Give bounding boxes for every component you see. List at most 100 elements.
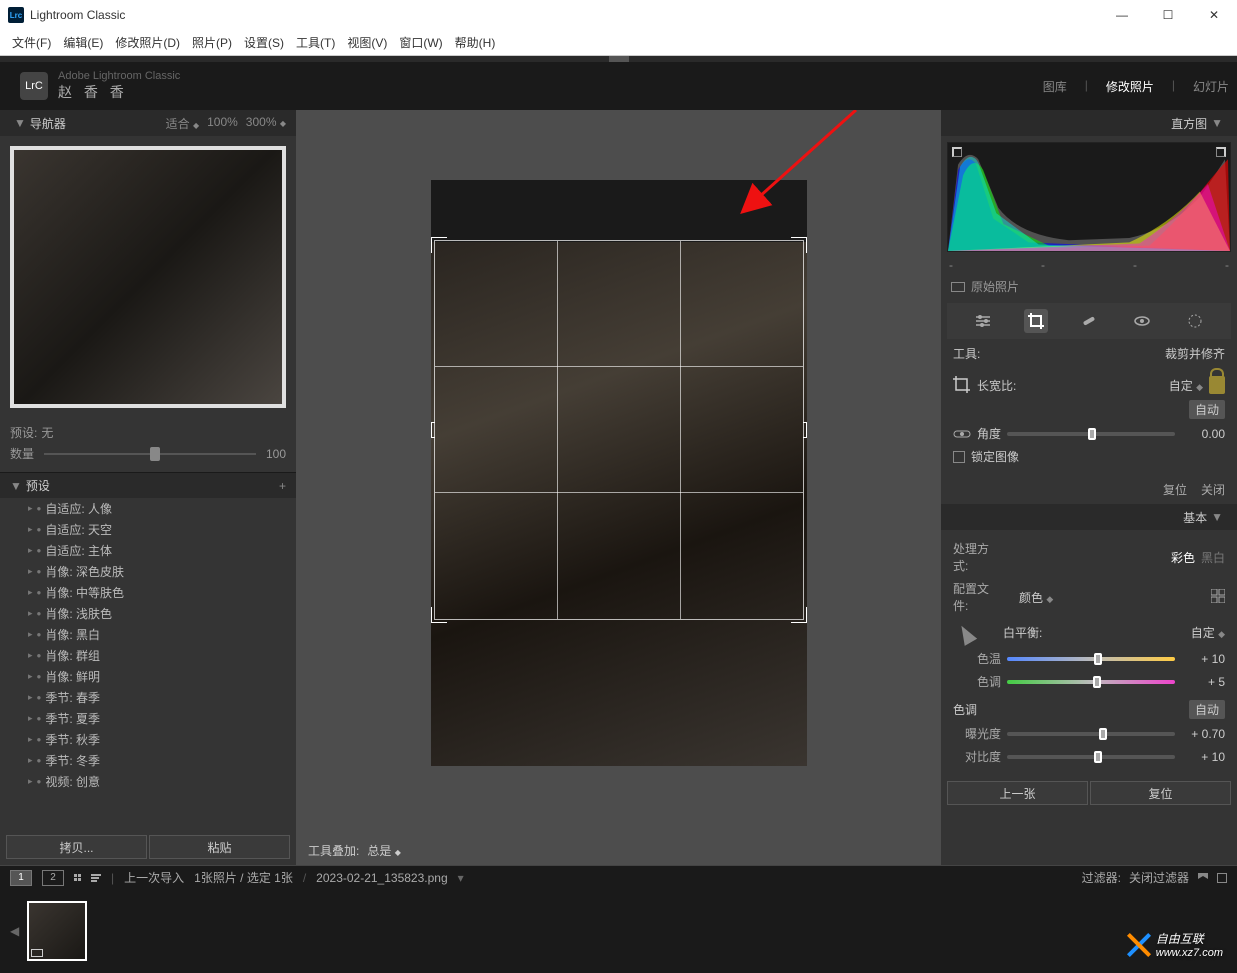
preset-item[interactable]: ▸●肖像: 鲜明 bbox=[0, 666, 296, 687]
contrast-slider[interactable] bbox=[1007, 755, 1175, 759]
profile-value[interactable]: 颜色 ◆ bbox=[1019, 589, 1053, 606]
prev-photo-button[interactable]: 上一张 bbox=[947, 781, 1088, 805]
menu-develop[interactable]: 修改照片(D) bbox=[111, 32, 184, 53]
preset-item[interactable]: ▸●肖像: 黑白 bbox=[0, 624, 296, 645]
navigator-preview[interactable] bbox=[0, 136, 296, 418]
preset-item[interactable]: ▸●自适应: 主体 bbox=[0, 540, 296, 561]
filmstrip-prev-icon[interactable]: ◀ bbox=[10, 924, 19, 938]
level-icon[interactable] bbox=[953, 427, 971, 441]
preset-item[interactable]: ▸●肖像: 中等肤色 bbox=[0, 582, 296, 603]
preset-item[interactable]: ▸●视频: 创意 bbox=[0, 771, 296, 792]
temp-slider[interactable] bbox=[1007, 657, 1175, 661]
menu-edit[interactable]: 编辑(E) bbox=[59, 32, 107, 53]
mask-tool-icon[interactable] bbox=[1183, 309, 1207, 333]
crop-handle-bl[interactable] bbox=[431, 607, 447, 623]
copy-button[interactable]: 拷贝... bbox=[6, 835, 147, 859]
aspect-value[interactable]: 自定 ◆ bbox=[1169, 377, 1203, 394]
preset-item[interactable]: ▸●季节: 冬季 bbox=[0, 750, 296, 771]
view-single-button[interactable]: 1 bbox=[10, 870, 32, 886]
preset-item[interactable]: ▸●肖像: 浅肤色 bbox=[0, 603, 296, 624]
maximize-button[interactable]: ☐ bbox=[1145, 0, 1191, 30]
menu-file[interactable]: 文件(F) bbox=[8, 32, 55, 53]
menu-view[interactable]: 视图(V) bbox=[343, 32, 391, 53]
reset-crop-button[interactable]: 复位 bbox=[1163, 481, 1187, 498]
angle-label: 角度 bbox=[977, 425, 1001, 442]
tool-overlay-value[interactable]: 总是 ◆ bbox=[367, 842, 401, 859]
tint-slider[interactable] bbox=[1007, 680, 1175, 684]
navigator-header[interactable]: ▼ 导航器 适合 ◆ 100% 300% ◆ bbox=[0, 110, 296, 136]
contrast-value[interactable]: + 10 bbox=[1181, 750, 1225, 764]
crop-tool-icon[interactable] bbox=[1024, 309, 1048, 333]
preset-item[interactable]: ▸●自适应: 人像 bbox=[0, 498, 296, 519]
treatment-color[interactable]: 彩色 bbox=[1171, 549, 1195, 566]
angle-slider[interactable] bbox=[1007, 432, 1175, 436]
exposure-value[interactable]: + 0.70 bbox=[1181, 727, 1225, 741]
reset-all-button[interactable]: 复位 bbox=[1090, 781, 1231, 805]
original-photo-toggle[interactable]: 原始照片 bbox=[941, 272, 1237, 301]
close-crop-button[interactable]: 关闭 bbox=[1201, 481, 1225, 498]
presets-header[interactable]: ▼ 预设 + bbox=[0, 472, 296, 498]
heal-tool-icon[interactable] bbox=[1077, 309, 1101, 333]
crop-handle-tr[interactable] bbox=[791, 237, 807, 253]
filter-flag-icon[interactable] bbox=[1197, 872, 1209, 884]
photo-canvas[interactable] bbox=[431, 180, 807, 766]
view-compare-button[interactable]: 2 bbox=[42, 870, 64, 886]
lock-icon[interactable] bbox=[1209, 376, 1225, 394]
filter-label-icon[interactable] bbox=[1217, 873, 1227, 883]
wb-eyedropper-icon[interactable] bbox=[949, 616, 982, 649]
profile-grid-icon[interactable] bbox=[1211, 589, 1225, 606]
preset-item[interactable]: ▸●肖像: 群组 bbox=[0, 645, 296, 666]
menu-window[interactable]: 窗口(W) bbox=[395, 32, 446, 53]
crop-handle-ml[interactable] bbox=[431, 422, 435, 438]
wb-value[interactable]: 自定 ◆ bbox=[1191, 624, 1225, 641]
center-canvas: 工具叠加: 总是 ◆ bbox=[296, 110, 941, 865]
menu-settings[interactable]: 设置(S) bbox=[240, 32, 288, 53]
tone-auto-button[interactable]: 自动 bbox=[1189, 700, 1225, 719]
angle-value[interactable]: 0.00 bbox=[1181, 427, 1225, 441]
zoom-300[interactable]: 300% ◆ bbox=[246, 115, 286, 132]
paste-button[interactable]: 粘贴 bbox=[149, 835, 290, 859]
shadow-clip-icon[interactable] bbox=[952, 147, 962, 157]
basic-header[interactable]: 基本 ▼ bbox=[941, 504, 1237, 530]
temp-value[interactable]: + 10 bbox=[1181, 652, 1225, 666]
treatment-bw[interactable]: 黑白 bbox=[1201, 549, 1225, 566]
aspect-icon[interactable] bbox=[953, 376, 971, 394]
lock-image-checkbox[interactable] bbox=[953, 451, 965, 463]
redeye-tool-icon[interactable] bbox=[1130, 309, 1154, 333]
zoom-fit[interactable]: 适合 ◆ bbox=[166, 115, 200, 132]
last-import-label[interactable]: 上一次导入 bbox=[124, 869, 184, 886]
crop-handle-br[interactable] bbox=[791, 607, 807, 623]
menu-photo[interactable]: 照片(P) bbox=[188, 32, 236, 53]
crop-handle-mr[interactable] bbox=[803, 422, 807, 438]
crop-overlay[interactable] bbox=[434, 240, 804, 620]
add-preset-icon[interactable]: + bbox=[279, 479, 286, 493]
preset-item[interactable]: ▸●季节: 春季 bbox=[0, 687, 296, 708]
contrast-label: 对比度 bbox=[953, 748, 1001, 765]
highlight-clip-icon[interactable] bbox=[1216, 147, 1226, 157]
preset-item[interactable]: ▸●自适应: 天空 bbox=[0, 519, 296, 540]
preset-item[interactable]: ▸●季节: 秋季 bbox=[0, 729, 296, 750]
menu-tools[interactable]: 工具(T) bbox=[292, 32, 339, 53]
preset-item[interactable]: ▸●肖像: 深色皮肤 bbox=[0, 561, 296, 582]
histogram-chart[interactable] bbox=[947, 142, 1231, 252]
histogram-header[interactable]: 直方图 ▼ bbox=[941, 110, 1237, 136]
preset-item[interactable]: ▸●季节: 夏季 bbox=[0, 708, 296, 729]
module-library[interactable]: 图库 bbox=[1043, 78, 1067, 95]
adjust-tool-icon[interactable] bbox=[971, 309, 995, 333]
menu-help[interactable]: 帮助(H) bbox=[451, 32, 500, 53]
module-slideshow[interactable]: 幻灯片 bbox=[1193, 78, 1229, 95]
grid-view-icon[interactable] bbox=[74, 874, 81, 881]
tint-value[interactable]: + 5 bbox=[1181, 675, 1225, 689]
module-develop[interactable]: 修改照片 bbox=[1106, 78, 1154, 95]
zoom-100[interactable]: 100% bbox=[207, 115, 238, 132]
angle-auto-button[interactable]: 自动 bbox=[1189, 400, 1225, 419]
filter-value[interactable]: 关闭过滤器 bbox=[1129, 869, 1189, 886]
thumbnail[interactable] bbox=[27, 901, 87, 961]
minimize-button[interactable]: — bbox=[1099, 0, 1145, 30]
close-button[interactable]: ✕ bbox=[1191, 0, 1237, 30]
filter-label: 过滤器: bbox=[1082, 869, 1121, 886]
sort-icon[interactable] bbox=[91, 874, 101, 882]
crop-handle-tl[interactable] bbox=[431, 237, 447, 253]
amount-slider[interactable] bbox=[44, 453, 256, 455]
exposure-slider[interactable] bbox=[1007, 732, 1175, 736]
